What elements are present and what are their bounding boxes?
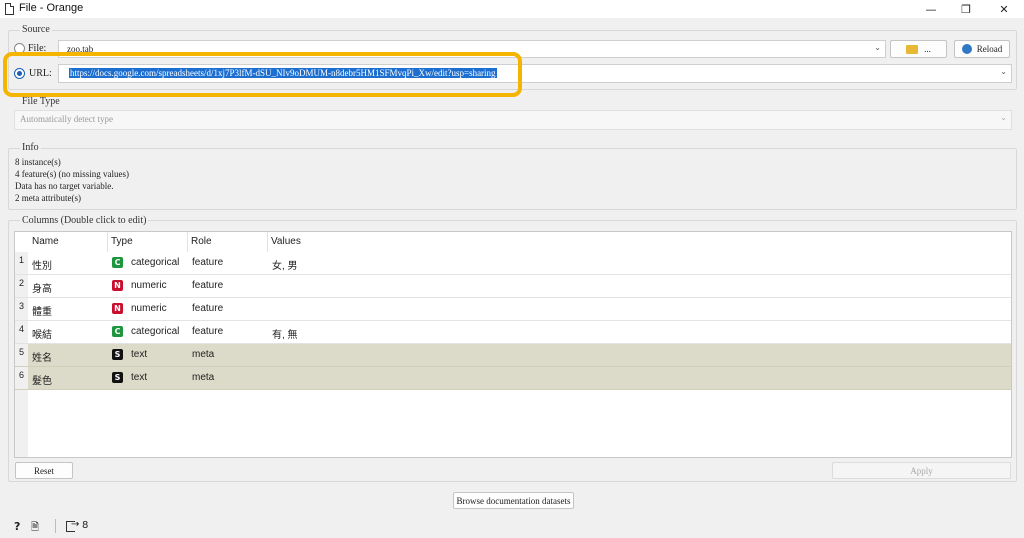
chevron-down-icon: ⌄ xyxy=(1000,67,1007,76)
chevron-down-icon: ⌄ xyxy=(1000,113,1007,122)
folder-icon xyxy=(906,44,919,54)
chevron-down-icon: ⌄ xyxy=(874,43,881,52)
file-type-label: File Type xyxy=(22,96,60,107)
column-name: 身高 xyxy=(32,284,52,295)
reset-button[interactable]: Reset xyxy=(15,462,73,479)
info-meta: 2 meta attribute(s) xyxy=(15,193,81,203)
string-icon: S xyxy=(112,349,123,360)
help-icon[interactable]: ? xyxy=(14,520,20,533)
row-header-filler xyxy=(15,390,28,457)
output-count: 8 xyxy=(82,520,89,531)
column-name: 體重 xyxy=(32,307,52,318)
header-values[interactable]: Values xyxy=(271,236,301,250)
column-role: meta xyxy=(192,349,215,360)
column-type: numeric xyxy=(131,303,167,314)
column-values: 女, 男 xyxy=(272,261,298,272)
categorical-icon: C xyxy=(112,326,123,337)
column-name: 喉結 xyxy=(32,330,52,341)
close-button[interactable]: ✕ xyxy=(985,0,1023,18)
table-row[interactable]: 6 髮色 S text meta xyxy=(15,367,1011,390)
header-type[interactable]: Type xyxy=(111,236,133,250)
url-value[interactable]: https://docs.google.com/spreadsheets/d/1… xyxy=(69,68,497,78)
info-target: Data has no target variable. xyxy=(15,181,114,191)
minimize-button[interactable]: — xyxy=(912,0,950,18)
column-role: feature xyxy=(192,257,224,268)
file-type-value: Automatically detect type xyxy=(20,114,113,124)
table-row[interactable]: 3 體重 N numeric feature xyxy=(15,298,1011,321)
row-number: 2 xyxy=(15,275,28,297)
row-number: 1 xyxy=(15,252,28,274)
info-features: 4 feature(s) (no missing values) xyxy=(15,169,129,179)
table-row[interactable]: 2 身高 N numeric feature xyxy=(15,275,1011,298)
table-row[interactable]: 5 姓名 S text meta xyxy=(15,344,1011,367)
status-divider xyxy=(55,519,56,533)
reload-button-label: Reload xyxy=(976,44,1003,54)
row-number: 6 xyxy=(15,367,28,389)
browse-documentation-button[interactable]: Browse documentation datasets xyxy=(453,492,574,509)
column-type: text xyxy=(131,372,148,383)
column-type: text xyxy=(131,349,148,360)
url-combo[interactable]: https://docs.google.com/spreadsheets/d/1… xyxy=(58,64,1012,83)
column-role: meta xyxy=(192,372,215,383)
column-type: numeric xyxy=(131,280,167,291)
info-group xyxy=(8,148,1017,210)
window-title: File - Orange xyxy=(19,2,84,14)
column-values: 有, 無 xyxy=(272,330,298,341)
string-icon: S xyxy=(112,372,123,383)
column-role: feature xyxy=(192,303,224,314)
column-role: feature xyxy=(192,326,224,337)
numeric-icon: N xyxy=(112,280,123,291)
browse-button[interactable]: ... xyxy=(890,40,947,58)
file-radio[interactable] xyxy=(14,43,25,54)
column-type: categorical xyxy=(131,257,180,268)
column-name: 性別 xyxy=(32,261,52,272)
row-number: 3 xyxy=(15,298,28,320)
source-group-label: Source xyxy=(20,24,52,35)
table-header: Name Type Role Values xyxy=(15,232,1011,252)
report-icon[interactable]: 🗎 xyxy=(31,520,39,537)
column-name: 姓名 xyxy=(32,353,52,364)
apply-button[interactable]: Apply xyxy=(832,462,1011,479)
output-arrow-icon: → xyxy=(71,519,80,530)
file-type-select[interactable]: Automatically detect type ⌄ xyxy=(14,110,1012,130)
document-icon xyxy=(5,3,14,15)
title-bar: File - Orange — ❐ ✕ xyxy=(0,0,1024,18)
file-label: File: xyxy=(28,43,47,54)
columns-table: Name Type Role Values 1 性別 C categorical… xyxy=(14,231,1012,458)
table-row[interactable]: 1 性別 C categorical feature 女, 男 xyxy=(15,252,1011,275)
file-select[interactable]: zoo.tab ⌄ xyxy=(58,40,886,58)
row-number: 5 xyxy=(15,344,28,366)
table-row[interactable]: 4 喉結 C categorical feature 有, 無 xyxy=(15,321,1011,344)
column-role: feature xyxy=(192,280,224,291)
header-role[interactable]: Role xyxy=(191,236,212,250)
column-type: categorical xyxy=(131,326,180,337)
reload-button[interactable]: Reload xyxy=(954,40,1010,58)
file-value: zoo.tab xyxy=(67,44,94,54)
header-name[interactable]: Name xyxy=(32,236,59,250)
columns-group-label: Columns (Double click to edit) xyxy=(20,215,149,226)
numeric-icon: N xyxy=(112,303,123,314)
info-instances: 8 instance(s) xyxy=(15,157,61,167)
reload-icon xyxy=(961,44,972,54)
row-number: 4 xyxy=(15,321,28,343)
categorical-icon: C xyxy=(112,257,123,268)
info-group-label: Info xyxy=(20,142,41,153)
url-label: URL: xyxy=(29,68,52,79)
url-radio[interactable] xyxy=(14,68,25,79)
status-bar: ? 🗎 → 8 xyxy=(0,516,1024,538)
browse-button-label: ... xyxy=(924,44,931,54)
column-name: 髮色 xyxy=(32,376,52,387)
restore-button[interactable]: ❐ xyxy=(947,0,985,18)
